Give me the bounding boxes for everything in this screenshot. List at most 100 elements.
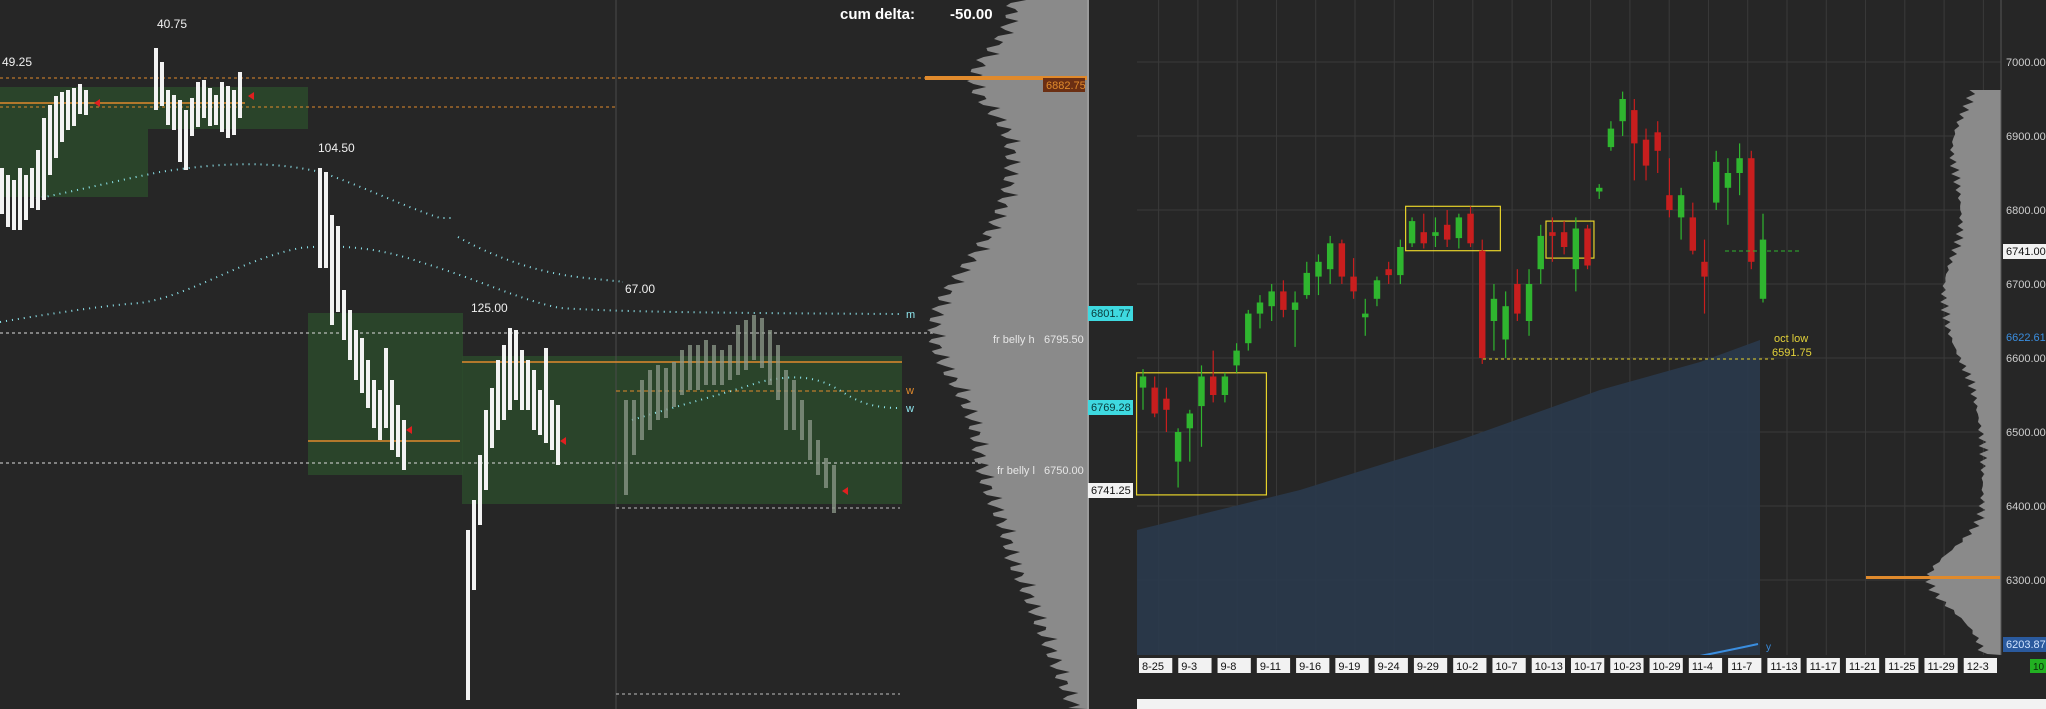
candle-up [1268,291,1275,307]
candle-up [1432,232,1439,236]
x-tick-label: 11-7 [1731,661,1752,673]
candle-down [1467,213,1474,244]
price-tag-text: 6741.25 [1091,485,1131,497]
candle-up [1537,235,1544,270]
candle-down [1689,217,1697,251]
candle-down [1151,387,1158,414]
line-marker: w [905,403,914,415]
x-tick-label: 10-23 [1613,661,1641,673]
x-tick-label: 11-13 [1770,661,1797,673]
left-chart-panel[interactable]: cum delta: -50.00 49.25 40.75 104.50 125… [0,0,1087,709]
corner-tag-text: 10 [2033,662,2045,673]
x-tick-label: 10-29 [1653,661,1681,673]
cum-delta-label: cum delta: [840,6,915,23]
candle-down [1631,110,1638,144]
price-tag-text: 6801.77 [1091,308,1131,320]
x-tick-label: 11-21 [1849,661,1876,673]
candle-up [1759,239,1767,299]
line-marker: w [905,385,914,397]
candle-down [1385,269,1392,276]
bottom-level-tag-text: 6203.87 [2006,639,2046,651]
candle-up [1186,413,1194,429]
candle-down [1514,284,1521,314]
candle-down [1654,132,1661,151]
candle-down [1420,232,1427,244]
y-tick-label: 6700.00 [2006,279,2046,291]
x-tick-label: 8-25 [1142,661,1164,673]
candle-down [1280,291,1287,310]
candle-up [1525,284,1533,321]
candle-up [1607,128,1615,148]
candle-down [1209,376,1217,395]
candle-down [1642,139,1650,166]
candle-up [1712,161,1720,203]
x-tick-label: 11-17 [1810,661,1837,673]
x-tick-label: 11-25 [1888,661,1915,673]
candle-down [1479,250,1486,358]
x-tick-label: 10-7 [1495,661,1517,673]
candle-up [1174,432,1182,462]
candle-up [1455,217,1463,239]
candle-down [1338,243,1346,277]
session-label: 49.25 [2,55,32,69]
x-tick-label: 11-29 [1927,661,1954,673]
candle-down [1549,232,1556,236]
profile-level-tag: 6622.61 [2006,332,2046,344]
candle-up [1139,376,1147,388]
cum-delta-value: -50.00 [950,6,993,23]
session-label: 125.00 [471,301,508,315]
right-chart-panel[interactable]: oct low 6591.75 y 6801.77 6769.28 6741.2… [1088,0,2046,709]
candle-up [1724,173,1732,188]
candle-down [1560,232,1568,247]
x-tick-label: 12-3 [1967,661,1989,673]
x-tick-label: 10-13 [1535,661,1563,673]
y-tick-label: 6300.00 [2006,575,2046,587]
candle-up [1198,376,1205,407]
y-tick-label: 6500.00 [2006,427,2046,439]
candle-up [1408,221,1416,244]
candle-up [1221,376,1229,395]
candle-up [1256,302,1264,314]
level-label: fr belly l [997,465,1035,477]
status-strip [1137,699,2046,709]
candle-down [1163,398,1170,410]
last-price-tag-text: 6741.00 [2006,246,2046,258]
candle-down [1443,224,1451,240]
x-tick-label: 9-11 [1260,661,1281,673]
candle-down [1701,261,1708,277]
candle-up [1677,195,1685,218]
candle-up [1619,99,1626,122]
session-label: 67.00 [625,282,655,296]
candle-up [1233,350,1240,366]
candle-up [1490,298,1498,321]
price-tag-text: 6882.75 [1046,80,1086,92]
candle-up [1502,306,1509,340]
level-label: fr belly h [993,334,1035,346]
candle-down [1584,228,1591,266]
annotation-value: 6591.75 [1772,347,1812,359]
candle-up [1245,313,1252,344]
candle-down [1748,158,1755,262]
x-tick-label: 10-2 [1456,661,1478,673]
trading-workspace: cum delta: -50.00 49.25 40.75 104.50 125… [0,0,2046,709]
y-tick-label: 6900.00 [2006,131,2046,143]
session-label: 104.50 [318,141,355,155]
candle-up [1736,158,1743,173]
candle-up [1373,280,1381,299]
x-tick-label: 11-4 [1692,661,1713,673]
y-tick-label: 7000.00 [2006,57,2046,69]
session-label: 40.75 [157,17,187,31]
y-tick-label: 6600.00 [2006,353,2046,365]
series-marker: y [1766,642,1771,653]
x-tick-label: 9-3 [1181,661,1197,673]
x-tick-label: 9-16 [1299,661,1321,673]
price-tag-text: 6769.28 [1091,402,1131,414]
y-tick-label: 6400.00 [2006,501,2046,513]
panel-divider[interactable] [1087,0,1089,709]
candle-up [1303,272,1310,296]
candle-up [1596,187,1603,192]
level-value: 6795.50 [1044,334,1084,346]
candle-up [1572,228,1580,270]
x-tick-label: 9-29 [1417,661,1439,673]
profile-node [1866,576,2000,579]
